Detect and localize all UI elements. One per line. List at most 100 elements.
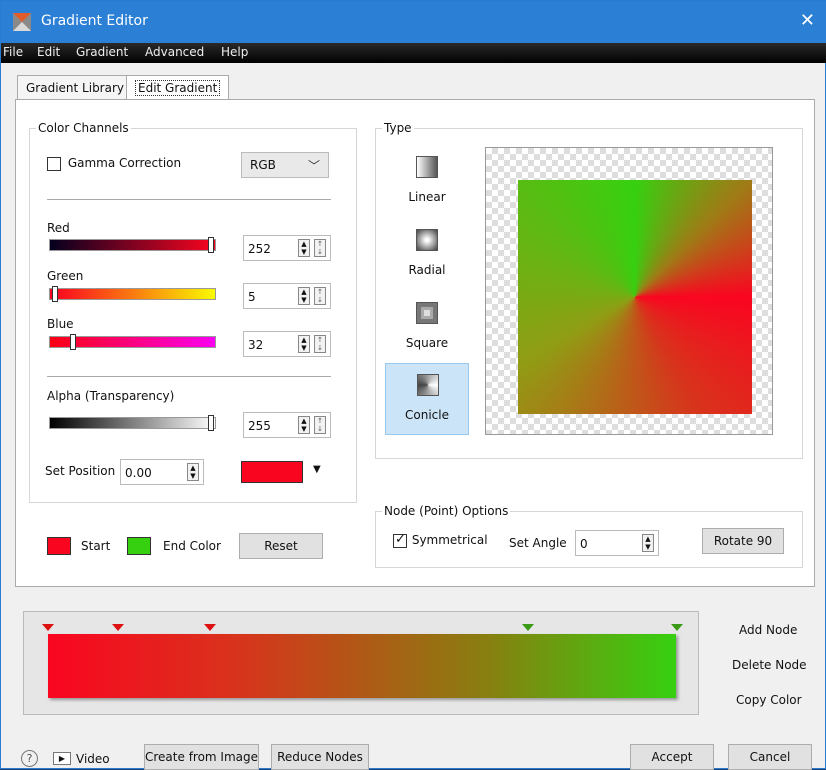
gamma-correction-checkbox[interactable] bbox=[47, 156, 61, 171]
node-options-legend: Node (Point) Options bbox=[384, 504, 509, 518]
alpha-value-input[interactable]: 255 ▲ ▼ ↑ ↓ bbox=[243, 412, 331, 438]
angle-value: 0 bbox=[580, 537, 588, 551]
end-color-label: End Color bbox=[163, 539, 221, 553]
red-step-icon[interactable]: ↑ ↓ bbox=[314, 239, 326, 257]
blue-value: 32 bbox=[248, 338, 264, 352]
type-square-label: Square bbox=[405, 336, 449, 350]
green-step-icon[interactable]: ↑ ↓ bbox=[314, 287, 326, 305]
menu-help[interactable]: Help bbox=[221, 45, 248, 59]
set-angle-label: Set Angle bbox=[509, 536, 567, 550]
green-value-input[interactable]: 5 ▲ ▼ ↑ ↓ bbox=[243, 283, 331, 309]
blue-spin-icon[interactable]: ▲ ▼ bbox=[298, 335, 310, 353]
gamma-correction-option[interactable]: Gamma Correction bbox=[47, 156, 181, 171]
alpha-slider-thumb[interactable] bbox=[208, 415, 214, 431]
node-marker[interactable] bbox=[522, 624, 534, 631]
green-label: Green bbox=[47, 269, 84, 283]
tab-gradient-library[interactable]: Gradient Library bbox=[17, 75, 134, 100]
caret-down-icon[interactable]: ▼ bbox=[313, 464, 321, 475]
tab-gradient-library-label: Gradient Library bbox=[26, 81, 125, 95]
color-mode-select[interactable]: RGB ﹀ bbox=[241, 152, 329, 178]
green-value: 5 bbox=[248, 290, 256, 304]
menu-advanced[interactable]: Advanced bbox=[145, 45, 204, 59]
alpha-step-icon[interactable]: ↑ ↓ bbox=[314, 416, 326, 434]
red-label: Red bbox=[47, 221, 70, 235]
start-label: Start bbox=[81, 539, 111, 553]
blue-slider[interactable] bbox=[49, 334, 216, 350]
tab-edit-gradient[interactable]: Edit Gradient bbox=[126, 75, 230, 100]
menu-bar: File Edit Gradient Advanced Help bbox=[1, 43, 826, 63]
position-input[interactable]: 0.00 ▲ ▼ bbox=[120, 459, 204, 485]
gradient-editor-icon bbox=[13, 13, 31, 31]
menu-gradient[interactable]: Gradient bbox=[76, 45, 128, 59]
green-slider-thumb[interactable] bbox=[52, 286, 58, 302]
window-title: Gradient Editor bbox=[41, 13, 148, 29]
create-from-image-button[interactable]: Create from Image bbox=[144, 744, 259, 770]
position-spin-icon[interactable]: ▲ ▼ bbox=[187, 463, 199, 481]
type-linear-label: Linear bbox=[408, 190, 446, 204]
type-radial-button[interactable]: Radial bbox=[385, 219, 469, 291]
type-conicle-label: Conicle bbox=[405, 408, 449, 422]
rotate-90-button[interactable]: Rotate 90 bbox=[702, 528, 784, 554]
green-spin-icon[interactable]: ▲ ▼ bbox=[298, 287, 310, 305]
video-label[interactable]: Video bbox=[76, 752, 110, 766]
chevron-down-icon: ﹀ bbox=[307, 159, 320, 173]
type-conicle-button[interactable]: Conicle bbox=[385, 363, 469, 435]
close-icon[interactable]: ✕ bbox=[800, 10, 815, 31]
color-channels-legend: Color Channels bbox=[38, 121, 129, 135]
end-color-swatch[interactable] bbox=[127, 537, 151, 555]
delete-node-link[interactable]: Delete Node bbox=[732, 658, 807, 672]
red-slider[interactable] bbox=[49, 237, 216, 253]
copy-color-link[interactable]: Copy Color bbox=[736, 693, 802, 707]
linear-gradient-icon bbox=[416, 156, 438, 178]
color-mode-value: RGB bbox=[250, 158, 276, 172]
red-spin-icon[interactable]: ▲ ▼ bbox=[298, 239, 310, 257]
type-linear-button[interactable]: Linear bbox=[385, 146, 469, 218]
square-gradient-icon bbox=[416, 302, 438, 324]
tab-edit-gradient-label: Edit Gradient bbox=[135, 80, 221, 96]
alpha-slider[interactable] bbox=[49, 415, 216, 431]
help-icon[interactable]: ? bbox=[21, 750, 38, 767]
menu-edit[interactable]: Edit bbox=[37, 45, 60, 59]
title-bar: Gradient Editor ✕ bbox=[1, 1, 826, 43]
conicle-gradient-icon bbox=[417, 374, 439, 396]
current-color-swatch[interactable] bbox=[241, 461, 303, 483]
blue-slider-thumb[interactable] bbox=[70, 334, 76, 350]
set-position-label: Set Position bbox=[45, 464, 116, 478]
gradient-preview-image bbox=[518, 180, 752, 414]
alpha-value: 255 bbox=[248, 419, 271, 433]
add-node-link[interactable]: Add Node bbox=[739, 623, 797, 637]
divider bbox=[47, 376, 331, 377]
start-color-swatch[interactable] bbox=[47, 537, 71, 555]
gradient-node-bar bbox=[23, 611, 699, 715]
node-marker[interactable] bbox=[671, 624, 683, 631]
gradient-strip[interactable] bbox=[48, 634, 676, 698]
symmetrical-checkbox[interactable] bbox=[393, 532, 407, 548]
blue-label: Blue bbox=[47, 317, 74, 331]
alpha-label: Alpha (Transparency) bbox=[47, 389, 175, 403]
node-marker[interactable] bbox=[112, 624, 124, 631]
node-marker[interactable] bbox=[204, 624, 216, 631]
type-square-button[interactable]: Square bbox=[385, 292, 469, 364]
green-slider[interactable] bbox=[49, 286, 216, 302]
cancel-button[interactable]: Cancel bbox=[728, 744, 812, 770]
red-slider-thumb[interactable] bbox=[208, 237, 214, 253]
symmetrical-label: Symmetrical bbox=[411, 533, 488, 547]
alpha-spin-icon[interactable]: ▲ ▼ bbox=[298, 416, 310, 434]
reduce-nodes-button[interactable]: Reduce Nodes bbox=[271, 744, 369, 770]
reset-button[interactable]: Reset bbox=[239, 533, 323, 559]
accept-button[interactable]: Accept bbox=[630, 744, 714, 770]
gradient-preview bbox=[485, 147, 773, 435]
angle-input[interactable]: 0 ▲ ▼ bbox=[575, 530, 659, 556]
video-play-icon[interactable]: ▶ bbox=[53, 752, 71, 765]
red-value-input[interactable]: 252 ▲ ▼ ↑ ↓ bbox=[243, 235, 331, 261]
menu-file[interactable]: File bbox=[3, 45, 23, 59]
angle-spin-icon[interactable]: ▲ ▼ bbox=[642, 534, 654, 552]
color-channels-group: Color Channels bbox=[29, 121, 357, 503]
red-value: 252 bbox=[248, 242, 271, 256]
position-value: 0.00 bbox=[125, 466, 152, 480]
symmetrical-option[interactable]: Symmetrical bbox=[393, 532, 488, 548]
node-marker[interactable] bbox=[42, 624, 54, 631]
blue-value-input[interactable]: 32 ▲ ▼ ↑ ↓ bbox=[243, 331, 331, 357]
blue-step-icon[interactable]: ↑ ↓ bbox=[314, 335, 326, 353]
divider bbox=[47, 199, 331, 200]
